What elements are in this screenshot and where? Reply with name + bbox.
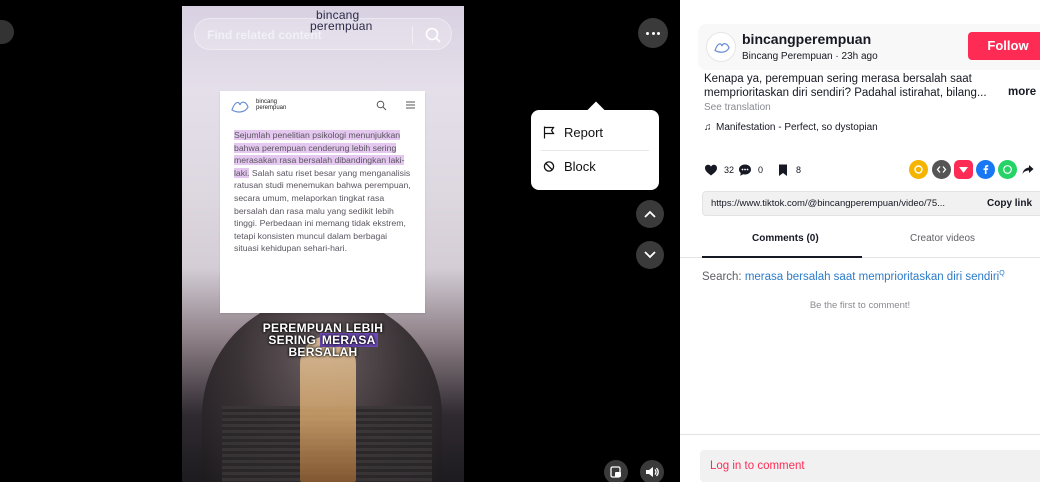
next-video-button[interactable] (636, 241, 664, 269)
login-to-comment-label: Log in to comment (710, 460, 805, 472)
share-whatsapp-button[interactable] (998, 160, 1017, 179)
music-link[interactable]: ♫ Manifestation - Perfect, so dystopian (704, 122, 878, 133)
video-description: Kenapa ya, perempuan sering merasa bersa… (704, 73, 987, 99)
search-divider (412, 26, 413, 44)
search-prefix: Search: (702, 270, 745, 283)
comment-search: Search: merasa bersalah saat mempriorita… (702, 270, 1005, 283)
heart-icon (705, 164, 717, 176)
search-query-link[interactable]: merasa bersalah saat memprioritaskan dir… (745, 271, 999, 283)
brand-line-2: perempuan (310, 19, 373, 33)
empty-comments-text: Be the first to comment! (809, 300, 911, 311)
avatar-logo-icon (714, 43, 730, 53)
avatar[interactable] (706, 32, 736, 62)
pip-icon (610, 466, 621, 478)
brand-watermark: bincang perempuan (310, 9, 373, 33)
chevron-up-icon (644, 210, 656, 218)
flag-icon (543, 126, 555, 139)
article-menu-icon (406, 101, 415, 109)
previous-video-button[interactable] (636, 200, 664, 228)
article-header: bincang perempuan (220, 91, 425, 121)
bottom-divider (680, 434, 1040, 435)
music-note-icon: ♫ (704, 122, 712, 133)
follow-button[interactable]: Follow (968, 32, 1040, 60)
comment-icon (739, 164, 751, 176)
tab-creator-videos[interactable]: Creator videos (910, 233, 975, 244)
music-title: Manifestation - Perfect, so dystopian (716, 122, 878, 133)
floating-player-button[interactable] (604, 460, 628, 482)
article-card: bincang perempuan Sejumlah penelitian ps… (220, 91, 425, 313)
dot-icon (657, 32, 660, 35)
like-count: 32 (724, 165, 735, 175)
share-more-button[interactable] (1020, 160, 1036, 179)
article-search-icon (376, 100, 387, 111)
volume-icon (646, 467, 659, 477)
block-icon (543, 161, 555, 172)
post-meta: Bincang Perempuan · 23h ago (742, 51, 878, 62)
block-label: Block (564, 159, 596, 174)
login-to-comment-bar[interactable]: Log in to comment (700, 450, 1040, 482)
volume-button[interactable] (640, 460, 664, 482)
video-caption: PEREMPUAN LEBIH SERING MERASA BERSALAH (182, 322, 464, 358)
search-placeholder: Find related content (207, 28, 322, 42)
menu-item-block[interactable]: Block (531, 150, 659, 184)
comment-count: 0 (758, 165, 764, 175)
bookmark-icon (779, 164, 787, 176)
more-options-button[interactable] (638, 18, 668, 48)
search-small-icon: Q (999, 270, 1005, 277)
details-panel: bincangperempuan Bincang Perempuan · 23h… (680, 0, 1040, 482)
article-logo-line-2: perempuan (256, 105, 287, 111)
dot-icon (646, 32, 649, 35)
video-link[interactable]: https://www.tiktok.com/@bincangperempuan… (711, 198, 969, 209)
share-arrow-icon (1022, 165, 1034, 174)
more-button[interactable]: more (1008, 86, 1036, 98)
tiktok-video-page: Find related content bincang perempuan b… (0, 0, 1040, 482)
copy-link-button[interactable]: Copy link (987, 198, 1032, 209)
search-icon[interactable] (423, 25, 443, 45)
share-facebook-button[interactable] (976, 160, 995, 179)
active-tab-indicator (702, 256, 862, 258)
caption-line-3: BERSALAH (288, 345, 358, 359)
menu-item-report[interactable]: Report (531, 116, 659, 150)
facebook-icon (983, 165, 989, 174)
bincang-logo-icon (231, 101, 249, 113)
article-logo-text: bincang perempuan (256, 99, 286, 111)
dot-icon (651, 32, 655, 35)
options-menu: Report Block (531, 110, 659, 190)
send-icon (959, 167, 968, 173)
video-area: Find related content bincang perempuan b… (0, 0, 680, 482)
save-count: 8 (796, 165, 802, 175)
whatsapp-icon (1003, 165, 1012, 174)
see-translation-link[interactable]: See translation (704, 102, 771, 113)
article-body: Sejumlah penelitian psikologi menunjukka… (234, 129, 414, 255)
tab-comments[interactable]: Comments (0) (752, 233, 819, 244)
share-embed-button[interactable] (909, 160, 928, 179)
chevron-down-icon (644, 251, 656, 259)
embed-icon (914, 165, 923, 174)
share-send-button[interactable] (954, 160, 973, 179)
report-label: Report (564, 125, 604, 140)
code-icon (936, 166, 947, 173)
author-box: bincangperempuan Bincang Perempuan · 23h… (698, 24, 1040, 70)
share-code-button[interactable] (932, 160, 951, 179)
article-text: Salah satu riset besar yang menganalisis… (234, 167, 411, 254)
username[interactable]: bincangperempuan (742, 31, 871, 47)
close-button[interactable] (0, 20, 14, 44)
video-link-box: https://www.tiktok.com/@bincangperempuan… (702, 191, 1040, 216)
